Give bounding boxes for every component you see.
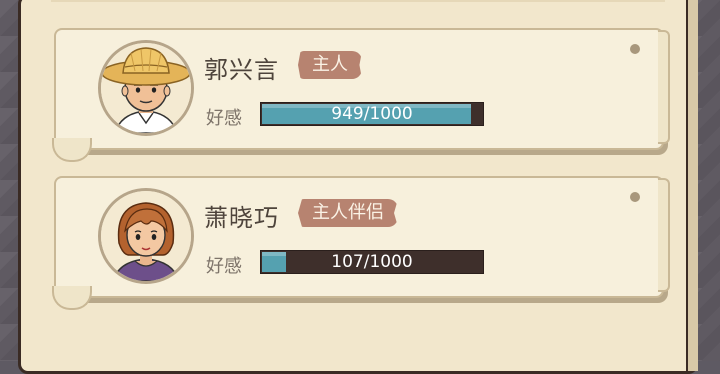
panel-scroll-edge bbox=[686, 0, 698, 371]
affinity-label: 好感 bbox=[206, 108, 242, 129]
panel-top-edge bbox=[51, 0, 665, 2]
affinity-value: 949/1000 bbox=[331, 104, 413, 124]
straw-hat-man-portrait bbox=[101, 43, 191, 133]
pin-dot bbox=[630, 192, 640, 202]
character-card-1[interactable]: 郭兴言 主人 好感 949/1000 bbox=[52, 28, 670, 162]
pin-dot bbox=[630, 44, 640, 54]
affinity-bar: 107/1000 bbox=[260, 250, 484, 274]
avatar-straw-hat-man bbox=[98, 40, 194, 136]
affinity-value: 107/1000 bbox=[331, 252, 413, 272]
relation-tag: 主人 bbox=[298, 51, 362, 79]
character-card-2[interactable]: 萧晓巧 主人伴侣 好感 107/1000 bbox=[52, 176, 670, 310]
relation-tag: 主人伴侣 bbox=[298, 199, 398, 227]
scroll-curl-right bbox=[658, 178, 670, 292]
affinity-label: 好感 bbox=[206, 256, 242, 277]
character-name: 郭兴言 bbox=[204, 56, 279, 84]
short-hair-woman-portrait bbox=[101, 191, 191, 281]
scroll-curl-right bbox=[658, 30, 670, 144]
character-name: 萧晓巧 bbox=[204, 204, 279, 232]
avatar-short-hair-woman bbox=[98, 188, 194, 284]
affinity-bar: 949/1000 bbox=[260, 102, 484, 126]
